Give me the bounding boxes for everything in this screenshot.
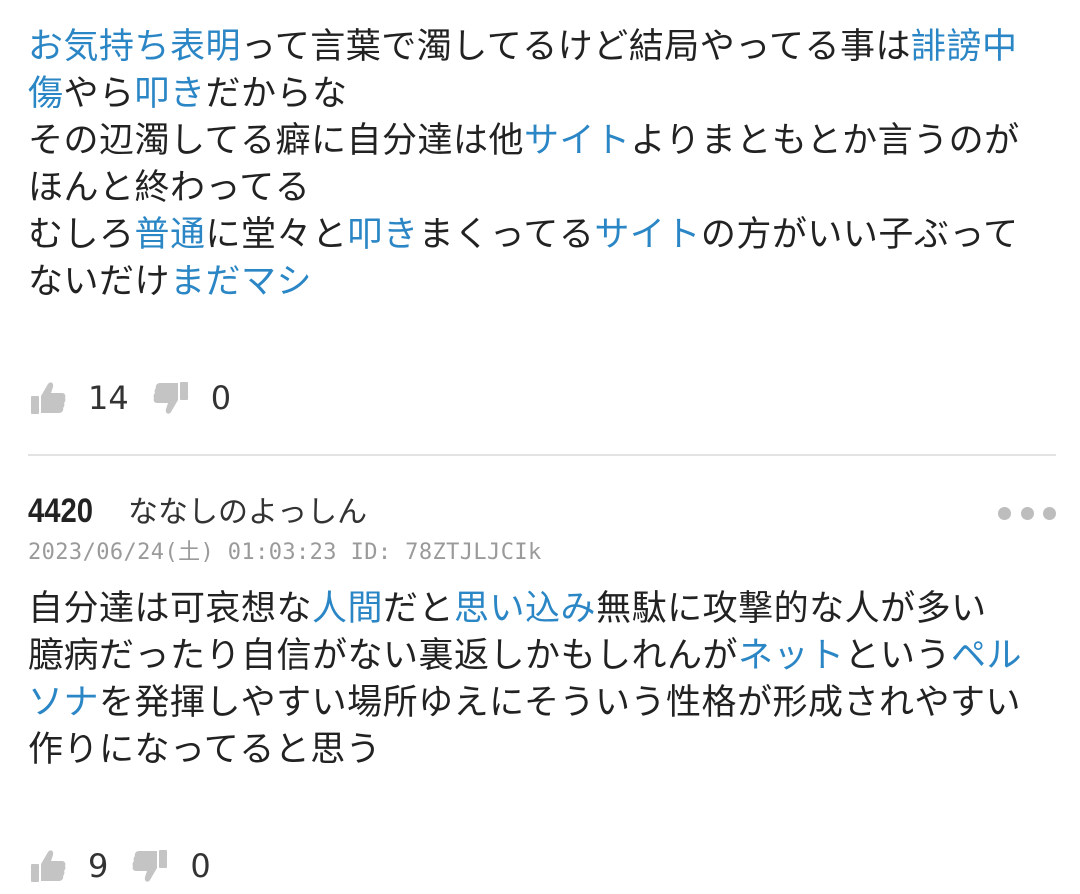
- comment-text: を発揮しやすい場所ゆえにそういう性格が形成されやすい: [99, 683, 1021, 723]
- comment-line: 作りになってると思う: [28, 727, 1063, 774]
- comment-text: に堂々と: [205, 215, 348, 255]
- comment-line: ほんと終わってる: [28, 165, 1063, 212]
- dot: [998, 506, 1011, 520]
- author-name: ななしのよっしん: [128, 495, 368, 530]
- dot: [1020, 506, 1034, 520]
- comment-line: その辺濁してる癖に自分達は他サイトよりまともとか言うのが: [28, 118, 1063, 165]
- keyword-link[interactable]: サイト: [594, 215, 701, 255]
- keyword-link[interactable]: 誹謗中: [911, 27, 1018, 67]
- keyword-link[interactable]: ソナ: [28, 683, 99, 723]
- comment-text: むしろ: [28, 215, 135, 255]
- comment-text: その辺濁してる癖に自分達は他: [28, 121, 524, 161]
- keyword-link[interactable]: 叩き: [348, 215, 419, 255]
- comment-body: 自分達は可哀想な人間だと思い込み無駄に攻撃的な人が多い 臆病だったり自信がない裏返…: [28, 586, 1063, 774]
- more-dots-icon[interactable]: [998, 506, 1056, 520]
- keyword-link[interactable]: ネット: [738, 636, 845, 676]
- thumbs-up-icon[interactable]: [28, 846, 68, 886]
- comment-divider: [28, 454, 1056, 456]
- keyword-link[interactable]: 叩き: [135, 74, 206, 114]
- vote-bar: 9 0: [28, 844, 233, 888]
- comment-text: という: [844, 636, 952, 676]
- comment-line: 臆病だったり自信がない裏返しかもしれんがネットというペル: [28, 633, 1063, 680]
- comment-line: ソナを発揮しやすい場所ゆえにそういう性格が形成されやすい: [28, 680, 1063, 727]
- like-count: 9: [88, 847, 109, 885]
- comment-text: 臆病だったり自信がない裏返しかもしれんが: [28, 636, 739, 676]
- keyword-link[interactable]: ペル: [951, 636, 1022, 676]
- keyword-link[interactable]: 傷: [28, 74, 64, 114]
- keyword-link[interactable]: まだマシ: [170, 262, 312, 302]
- comment-text: まくってる: [418, 215, 595, 255]
- vote-bar: 14 0: [28, 376, 253, 420]
- keyword-link[interactable]: サイト: [524, 121, 631, 161]
- comment-text: よりまともとか言うのが: [630, 121, 1020, 161]
- keyword-link[interactable]: 普通: [135, 215, 206, 255]
- comment-text: 無駄に攻撃的な人が多い: [596, 589, 987, 629]
- comment-header: 4420 ななしのよっしん: [28, 490, 1056, 540]
- comment-text: だからな: [205, 74, 348, 114]
- dislike-count: 0: [190, 847, 211, 885]
- thumbs-up-icon[interactable]: [28, 378, 68, 418]
- comment-line: お気持ち表明って言葉で濁してるけど結局やってる事は誹謗中: [28, 24, 1063, 71]
- comment-line: 傷やら叩きだからな: [28, 71, 1063, 118]
- dot: [1043, 506, 1056, 520]
- res-number[interactable]: 4420: [28, 490, 93, 532]
- keyword-link[interactable]: 人間: [312, 589, 383, 629]
- comment-line: 自分達は可哀想な人間だと思い込み無駄に攻撃的な人が多い: [28, 586, 1063, 633]
- comment-text: やら: [63, 74, 135, 114]
- dislike-count: 0: [210, 379, 232, 417]
- comment-text: 自分達は可哀想な: [28, 589, 313, 629]
- thumbs-down-icon[interactable]: [151, 378, 191, 418]
- comment-body: お気持ち表明って言葉で濁してるけど結局やってる事は誹謗中 傷やら叩きだからな その辺…: [28, 24, 1063, 306]
- comment-line: むしろ普通に堂々と叩きまくってるサイトの方がいい子ぶって: [28, 212, 1063, 259]
- comment-meta: 2023/06/24(土) 01:03:23 ID: 78ZTJLJCIk: [28, 540, 542, 565]
- keyword-link[interactable]: お気持ち表明: [28, 27, 241, 67]
- like-count: 14: [88, 379, 129, 417]
- comment-text: ほんと終わってる: [28, 168, 311, 208]
- keyword-link[interactable]: 思い込み: [454, 589, 596, 629]
- comment-text: 作りになってると思う: [28, 730, 382, 770]
- comment-line: ないだけまだマシ: [28, 259, 1063, 306]
- thumbs-down-icon[interactable]: [130, 846, 170, 886]
- comment-text: って言葉で濁してるけど結局やってる事は: [241, 27, 911, 67]
- comment-text: ないだけ: [28, 262, 171, 302]
- comment-text: だと: [383, 589, 455, 629]
- comment-text: の方がいい子ぶって: [700, 215, 1019, 255]
